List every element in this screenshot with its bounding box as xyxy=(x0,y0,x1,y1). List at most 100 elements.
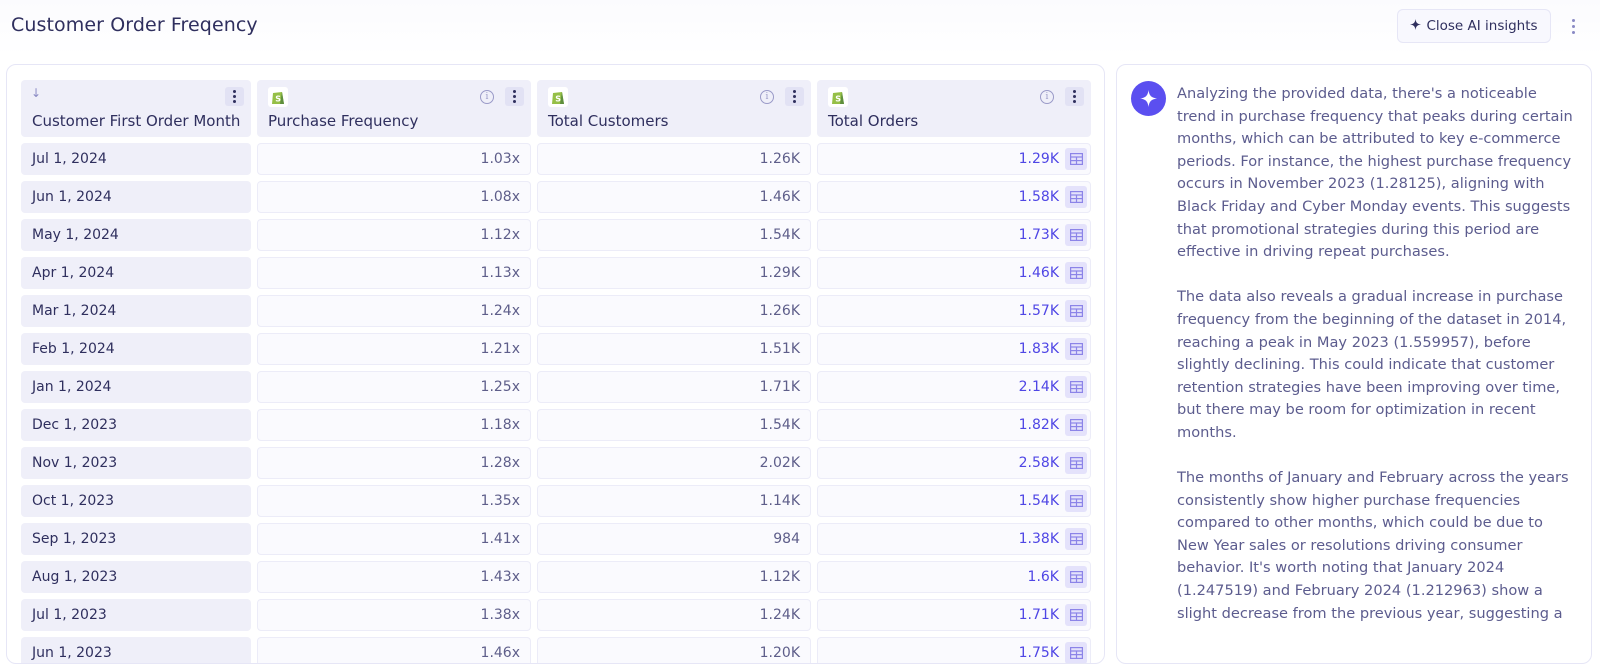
total-orders-link[interactable]: 1.6K xyxy=(1028,569,1059,585)
cell-month[interactable]: Jun 1, 2024 xyxy=(21,181,251,213)
cell-total-customers[interactable]: 1.20K xyxy=(537,637,811,663)
total-orders-link[interactable]: 1.38K xyxy=(1019,531,1059,547)
cell-total-orders: 1.58K xyxy=(817,181,1091,213)
table-view-icon[interactable] xyxy=(1065,414,1087,436)
cell-month[interactable]: Jan 1, 2024 xyxy=(21,371,251,403)
sort-desc-arrow-icon[interactable]: ↓ xyxy=(31,86,41,100)
cell-total-customers[interactable]: 2.02K xyxy=(537,447,811,479)
table-row: Oct 1, 2023 1.35x 1.14K 1.54K xyxy=(21,485,1091,517)
cell-total-orders: 2.14K xyxy=(817,371,1091,403)
cell-purchase-frequency[interactable]: 1.46x xyxy=(257,637,531,663)
info-icon[interactable]: i xyxy=(760,90,774,104)
column-header-purchase-frequency[interactable]: S i Purchase Frequency xyxy=(257,80,531,137)
cell-month[interactable]: Nov 1, 2023 xyxy=(21,447,251,479)
total-orders-link[interactable]: 1.82K xyxy=(1019,417,1059,433)
cell-total-customers[interactable]: 1.51K xyxy=(537,333,811,365)
table-view-icon[interactable] xyxy=(1065,262,1087,284)
column-menu-button[interactable] xyxy=(1065,87,1084,106)
ai-paragraph: Analyzing the provided data, there's a n… xyxy=(1177,85,1573,261)
cell-total-customers[interactable]: 1.26K xyxy=(537,295,811,327)
table-view-icon[interactable] xyxy=(1065,604,1087,626)
cell-month[interactable]: Jul 1, 2024 xyxy=(21,143,251,175)
cell-purchase-frequency[interactable]: 1.21x xyxy=(257,333,531,365)
total-orders-link[interactable]: 2.14K xyxy=(1019,379,1059,395)
cell-purchase-frequency[interactable]: 1.25x xyxy=(257,371,531,403)
total-orders-link[interactable]: 1.83K xyxy=(1019,341,1059,357)
total-orders-link[interactable]: 1.29K xyxy=(1019,151,1059,167)
cell-purchase-frequency[interactable]: 1.35x xyxy=(257,485,531,517)
table-view-icon[interactable] xyxy=(1065,224,1087,246)
cell-total-customers[interactable]: 1.26K xyxy=(537,143,811,175)
close-ai-insights-button[interactable]: Close AI insights xyxy=(1397,9,1551,43)
info-icon[interactable]: i xyxy=(480,90,494,104)
cell-total-customers[interactable]: 1.14K xyxy=(537,485,811,517)
ai-sparkle-avatar-icon xyxy=(1131,81,1166,116)
column-header-total-customers[interactable]: S i Total Customers xyxy=(537,80,811,137)
column-menu-button[interactable] xyxy=(505,87,524,106)
cell-month[interactable]: Mar 1, 2024 xyxy=(21,295,251,327)
table-view-icon[interactable] xyxy=(1065,528,1087,550)
cell-month[interactable]: Aug 1, 2023 xyxy=(21,561,251,593)
table-view-icon[interactable] xyxy=(1065,490,1087,512)
cell-purchase-frequency[interactable]: 1.03x xyxy=(257,143,531,175)
table-view-icon[interactable] xyxy=(1065,338,1087,360)
table-view-icon[interactable] xyxy=(1065,566,1087,588)
total-orders-link[interactable]: 1.71K xyxy=(1019,607,1059,623)
total-orders-link[interactable]: 1.54K xyxy=(1019,493,1059,509)
close-ai-insights-label: Close AI insights xyxy=(1426,18,1538,34)
table-view-icon[interactable] xyxy=(1065,452,1087,474)
total-orders-link[interactable]: 1.58K xyxy=(1019,189,1059,205)
table-view-icon[interactable] xyxy=(1065,186,1087,208)
table-view-icon[interactable] xyxy=(1065,148,1087,170)
column-menu-button[interactable] xyxy=(785,87,804,106)
cell-month[interactable]: Oct 1, 2023 xyxy=(21,485,251,517)
cell-total-orders: 1.71K xyxy=(817,599,1091,631)
cell-purchase-frequency[interactable]: 1.43x xyxy=(257,561,531,593)
cell-purchase-frequency[interactable]: 1.41x xyxy=(257,523,531,555)
more-options-button[interactable] xyxy=(1566,14,1580,38)
cell-total-customers[interactable]: 1.12K xyxy=(537,561,811,593)
cell-month[interactable]: Sep 1, 2023 xyxy=(21,523,251,555)
info-icon[interactable]: i xyxy=(1040,90,1054,104)
cell-month[interactable]: Jul 1, 2023 xyxy=(21,599,251,631)
total-orders-link[interactable]: 1.75K xyxy=(1019,645,1059,661)
page-title: Customer Order Freqency xyxy=(11,14,258,36)
cell-total-orders: 1.73K xyxy=(817,219,1091,251)
total-orders-link[interactable]: 2.58K xyxy=(1019,455,1059,471)
cell-month[interactable]: May 1, 2024 xyxy=(21,219,251,251)
table-row: Nov 1, 2023 1.28x 2.02K 2.58K xyxy=(21,447,1091,479)
cell-total-customers[interactable]: 1.29K xyxy=(537,257,811,289)
cell-total-orders: 1.75K xyxy=(817,637,1091,663)
table-view-icon[interactable] xyxy=(1065,376,1087,398)
table-row: Mar 1, 2024 1.24x 1.26K 1.57K xyxy=(21,295,1091,327)
cell-total-customers[interactable]: 1.71K xyxy=(537,371,811,403)
cell-purchase-frequency[interactable]: 1.13x xyxy=(257,257,531,289)
cell-purchase-frequency[interactable]: 1.18x xyxy=(257,409,531,441)
cell-month[interactable]: Jun 1, 2023 xyxy=(21,637,251,663)
cell-total-customers[interactable]: 984 xyxy=(537,523,811,555)
cell-purchase-frequency[interactable]: 1.24x xyxy=(257,295,531,327)
column-menu-button[interactable] xyxy=(225,87,244,106)
cell-purchase-frequency[interactable]: 1.28x xyxy=(257,447,531,479)
cell-total-customers[interactable]: 1.46K xyxy=(537,181,811,213)
cell-total-customers[interactable]: 1.54K xyxy=(537,219,811,251)
cell-purchase-frequency[interactable]: 1.12x xyxy=(257,219,531,251)
table-view-icon[interactable] xyxy=(1065,300,1087,322)
top-bar: Customer Order Freqency Close AI insight… xyxy=(0,0,1600,56)
cell-total-orders: 1.46K xyxy=(817,257,1091,289)
cell-total-customers[interactable]: 1.54K xyxy=(537,409,811,441)
cell-purchase-frequency[interactable]: 1.38x xyxy=(257,599,531,631)
column-header-total-orders[interactable]: S i Total Orders xyxy=(817,80,1091,137)
total-orders-link[interactable]: 1.46K xyxy=(1019,265,1059,281)
cell-month[interactable]: Dec 1, 2023 xyxy=(21,409,251,441)
column-header-month[interactable]: ↓ Customer First Order Month xyxy=(21,80,251,137)
cell-purchase-frequency[interactable]: 1.08x xyxy=(257,181,531,213)
table-view-icon[interactable] xyxy=(1065,642,1087,663)
total-orders-link[interactable]: 1.73K xyxy=(1019,227,1059,243)
table-row: Jan 1, 2024 1.25x 1.71K 2.14K xyxy=(21,371,1091,403)
cell-total-customers[interactable]: 1.24K xyxy=(537,599,811,631)
cell-month[interactable]: Feb 1, 2024 xyxy=(21,333,251,365)
dot xyxy=(1571,24,1575,28)
total-orders-link[interactable]: 1.57K xyxy=(1019,303,1059,319)
cell-month[interactable]: Apr 1, 2024 xyxy=(21,257,251,289)
